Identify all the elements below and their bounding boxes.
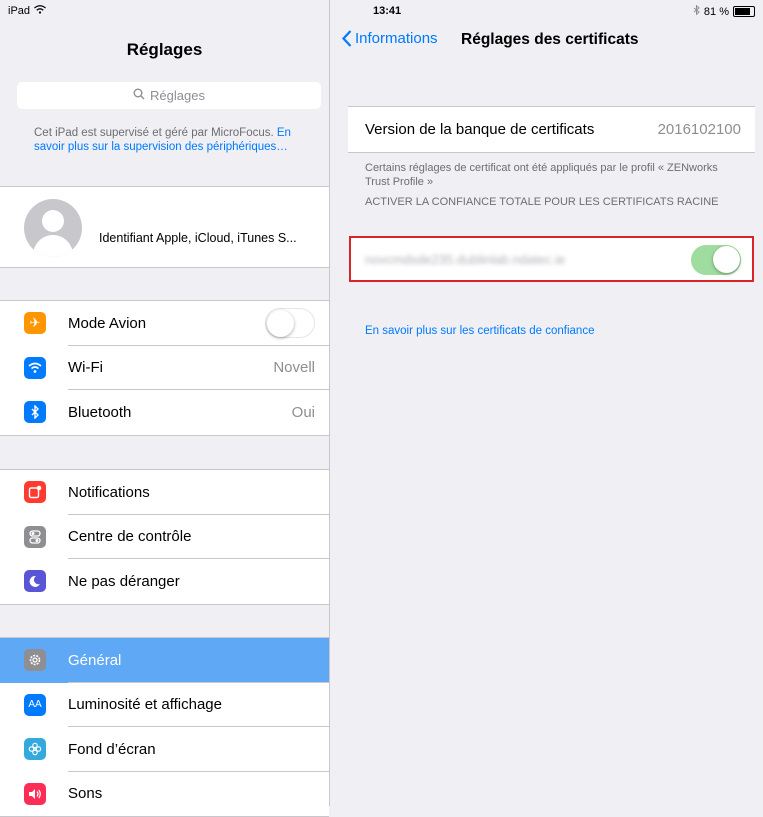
control-center-icon xyxy=(24,525,46,548)
settings-group-connectivity: ✈ Mode Avion Wi-Fi Novell Bluetooth Oui xyxy=(0,300,329,436)
device-label: iPad xyxy=(8,5,31,17)
notifications-icon xyxy=(24,481,46,504)
row-label: Sons xyxy=(68,785,103,803)
certificate-trust-toggle[interactable] xyxy=(691,245,741,275)
airplane-icon: ✈ xyxy=(24,312,46,335)
back-label: Informations xyxy=(355,30,438,47)
detail-nav-bar: Informations Réglages des certificats xyxy=(330,22,763,60)
settings-group-notifications: Notifications Centre de contrôle Ne pas … xyxy=(0,469,329,605)
wifi-status-icon xyxy=(34,5,46,17)
person-icon xyxy=(32,210,74,257)
settings-row-bluetooth[interactable]: Bluetooth Oui xyxy=(0,390,329,435)
avatar xyxy=(24,199,82,257)
row-value: Oui xyxy=(291,403,315,421)
bluetooth-status-icon xyxy=(693,4,700,18)
settings-group-general: Général AA Luminosité et affichage Fond … xyxy=(0,637,329,817)
supervision-note: Cet iPad est supervisé et géré par Micro… xyxy=(34,126,314,154)
search-field[interactable]: Réglages xyxy=(17,82,321,109)
row-label: Mode Avion xyxy=(68,314,147,332)
search-icon xyxy=(133,88,145,103)
settings-sidebar: Réglages Réglages Cet iPad est supervisé… xyxy=(0,0,330,817)
row-label: Luminosité et affichage xyxy=(68,696,222,714)
battery-percent: 81 % xyxy=(703,5,729,18)
settings-row-do-not-disturb[interactable]: Ne pas déranger xyxy=(0,559,329,604)
row-value: Novell xyxy=(273,359,315,377)
status-bar: iPad 13:41 81 % xyxy=(0,0,763,22)
battery-icon xyxy=(733,6,755,17)
sidebar-title: Réglages xyxy=(126,40,203,59)
status-right: 81 % xyxy=(693,4,755,18)
trust-store-row: Version de la banque de certificats 2016… xyxy=(348,106,755,153)
page-title: Réglages des certificats xyxy=(461,31,639,48)
speaker-icon xyxy=(24,782,46,805)
account-label: Identifiant Apple, iCloud, iTunes S... xyxy=(99,231,297,245)
search-placeholder: Réglages xyxy=(150,88,205,103)
bluetooth-icon xyxy=(24,401,46,424)
brightness-icon: AA xyxy=(24,693,46,716)
root-certificate-row: novcmdsde235.dublinlab.ndatec.ie xyxy=(349,236,754,282)
settings-row-control-center[interactable]: Centre de contrôle xyxy=(0,515,329,560)
settings-row-sounds[interactable]: Sons xyxy=(0,772,329,817)
row-label: Centre de contrôle xyxy=(68,528,192,546)
row-label: Général xyxy=(68,651,122,669)
profile-note: Certains réglages de certificat ont été … xyxy=(365,162,718,188)
row-label: Wi-Fi xyxy=(68,359,103,377)
trust-store-value: 2016102100 xyxy=(657,121,741,138)
supervision-text: Cet iPad est supervisé et géré par Micro… xyxy=(34,127,274,139)
gear-icon xyxy=(24,649,46,672)
row-label: Notifications xyxy=(68,483,150,501)
settings-row-display[interactable]: AA Luminosité et affichage xyxy=(0,683,329,728)
settings-row-notifications[interactable]: Notifications xyxy=(0,470,329,515)
status-left: iPad xyxy=(8,5,46,17)
certificate-name: novcmdsde235.dublinlab.ndatec.ie xyxy=(365,252,566,267)
chevron-left-icon xyxy=(342,30,352,47)
row-label: Ne pas déranger xyxy=(68,572,180,590)
moon-icon xyxy=(24,570,46,593)
trust-store-label: Version de la banque de certificats xyxy=(365,121,595,138)
back-button[interactable]: Informations xyxy=(342,30,438,47)
airplane-mode-toggle[interactable] xyxy=(265,308,315,338)
settings-row-wallpaper[interactable]: Fond d’écran xyxy=(0,727,329,772)
status-time: 13:41 xyxy=(373,5,402,17)
learn-more-link[interactable]: En savoir plus sur les certificats de co… xyxy=(365,325,594,337)
wallpaper-icon xyxy=(24,738,46,761)
settings-row-wifi[interactable]: Wi-Fi Novell xyxy=(0,346,329,391)
row-label: Fond d’écran xyxy=(68,740,156,758)
row-label: Bluetooth xyxy=(68,403,132,421)
section-header: ACTIVER LA CONFIANCE TOTALE POUR LES CER… xyxy=(365,196,719,208)
wifi-icon xyxy=(24,356,46,379)
settings-row-general[interactable]: Général xyxy=(0,638,329,683)
account-row[interactable]: Identifiant Apple, iCloud, iTunes S... xyxy=(0,186,329,268)
settings-row-airplane-mode[interactable]: ✈ Mode Avion xyxy=(0,301,329,346)
